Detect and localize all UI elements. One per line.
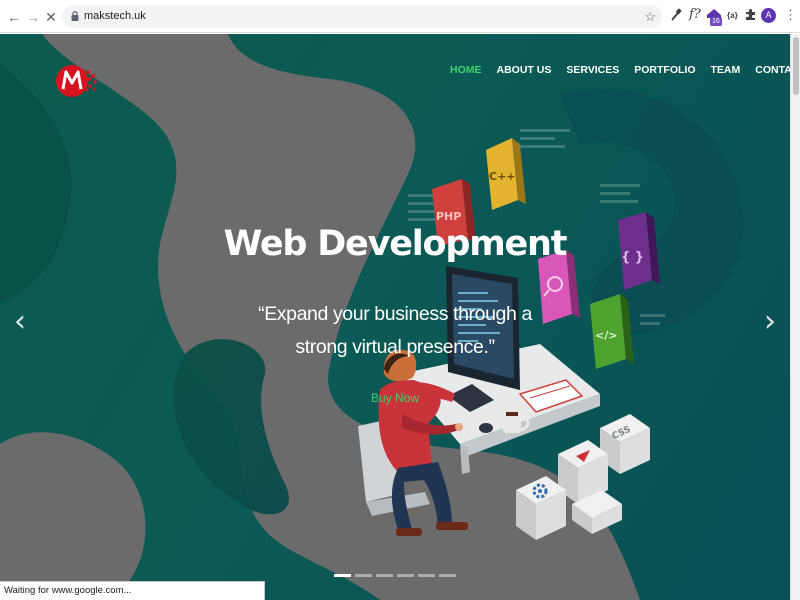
address-bar[interactable]: makstech.uk ☆ — [62, 5, 662, 28]
carousel-prev-icon[interactable]: ‹ — [10, 304, 30, 340]
carousel-indicator[interactable] — [355, 574, 372, 577]
scrollbar-thumb[interactable] — [793, 37, 799, 95]
nav-link-portfolio[interactable]: PORTFOLIO — [634, 64, 695, 76]
lock-icon[interactable] — [71, 11, 79, 21]
extension-a-icon[interactable]: {a} — [727, 11, 738, 20]
extension-badge: 16 — [710, 17, 722, 26]
profile-avatar[interactable]: A — [761, 8, 776, 23]
browser-status-bar: Waiting for www.google.com... — [0, 581, 265, 600]
carousel-next-icon[interactable]: › — [760, 304, 780, 340]
svg-text:PHP: PHP — [436, 210, 461, 223]
back-arrow-icon[interactable]: ← — [7, 10, 21, 24]
font-extension-icon[interactable]: f? — [689, 7, 701, 22]
hero-section: PHP C++ { } </> CSS HOME ABOUT US SERVIC… — [0, 34, 790, 600]
main-navigation: HOME ABOUT US SERVICES PORTFOLIO TEAM CONTACT — [450, 64, 790, 76]
page-scrollbar[interactable] — [790, 34, 800, 600]
url-text[interactable]: makstech.uk — [84, 10, 146, 22]
buy-now-button[interactable]: Buy Now — [365, 391, 425, 405]
nav-link-about-us[interactable]: ABOUT US — [497, 64, 552, 76]
browser-menu-icon[interactable]: ⋮ — [784, 8, 797, 21]
bookmark-star-icon[interactable]: ☆ — [644, 9, 656, 25]
nav-link-team[interactable]: TEAM — [711, 64, 741, 76]
svg-text:</>: </> — [595, 329, 617, 342]
nav-link-services[interactable]: SERVICES — [566, 64, 619, 76]
svg-text:C++: C++ — [489, 170, 516, 183]
browser-toolbar: ← → ✕ makstech.uk ☆ f? 16 {a} A ⋮ — [0, 0, 800, 33]
forward-arrow-icon[interactable]: → — [26, 10, 40, 24]
carousel-indicator[interactable] — [334, 574, 351, 577]
carousel-indicator[interactable] — [397, 574, 414, 577]
carousel-indicators — [334, 574, 456, 577]
hero-title: Web Development — [223, 224, 568, 264]
extensions-puzzle-icon[interactable] — [744, 8, 757, 21]
carousel-indicator[interactable] — [376, 574, 393, 577]
nav-link-home[interactable]: HOME — [450, 64, 482, 76]
carousel-indicator[interactable] — [418, 574, 435, 577]
carousel-indicator[interactable] — [439, 574, 456, 577]
stop-loading-icon[interactable]: ✕ — [44, 10, 58, 24]
makstech-logo[interactable] — [55, 59, 100, 103]
code-cube-icon: </> — [590, 294, 634, 369]
cpp-cube-icon: C++ — [486, 138, 526, 210]
nav-link-contact[interactable]: CONTACT — [755, 64, 790, 76]
hero-quote: “Expand your business through a strong v… — [258, 303, 532, 358]
eyedropper-extension-icon[interactable] — [670, 8, 682, 22]
